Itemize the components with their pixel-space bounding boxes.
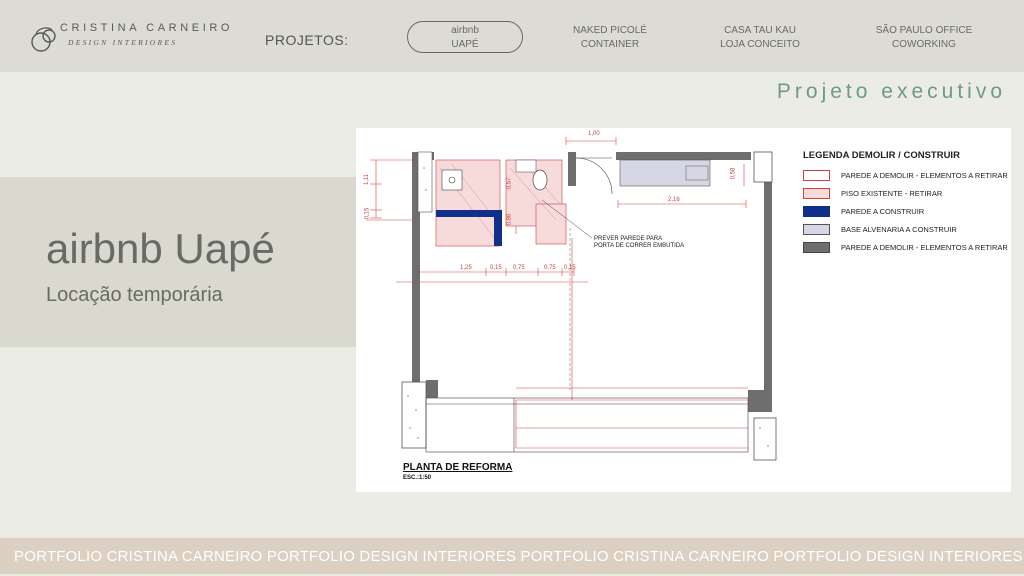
legend-label: PAREDE A CONSTRUIR (841, 207, 925, 216)
dimension-label: 0,15 (364, 207, 371, 220)
legend-label: PISO EXISTENTE - RETIRAR (841, 189, 943, 198)
logo-name: CRISTINA CARNEIRO (60, 22, 234, 34)
dimension-label: 2,16 (668, 197, 680, 203)
nav-item-line2: UAPÉ (451, 39, 479, 50)
balcony-outline (425, 397, 749, 453)
nav-item-casa-tau-kau[interactable]: CASA TAU KAU LOJA CONCEITO (712, 24, 808, 52)
legend-label: PAREDE A DEMOLIR - ELEMENTOS A RETIRAR (841, 243, 1008, 252)
sink-icon (515, 159, 537, 173)
nav-item-line2: CONTAINER (580, 39, 640, 50)
column-top-right (753, 151, 773, 183)
plan-note-line2: PORTA DE CORRER EMBUTIDA (594, 243, 685, 249)
footer-banner: PORTFOLIO CRISTINA CARNEIRO PORTFOLIO DE… (0, 538, 1024, 574)
legend-swatch (803, 224, 830, 235)
top-navigation-bar: CRISTINA CARNEIRO DESIGN INTERIORES PROJ… (0, 0, 1024, 72)
footer-text: PORTFOLIO CRISTINA CARNEIRO PORTFOLIO DE… (14, 548, 1023, 565)
section-title: Projeto executivo (776, 80, 1006, 103)
nav-item-line1: SÃO PAULO OFFICE (875, 25, 973, 36)
nav-item-line2: COWORKING (892, 39, 956, 50)
column-bottom-right (753, 417, 777, 461)
nav-item-naked-picole[interactable]: NAKED PICOLÉ CONTAINER (566, 24, 654, 52)
floor-remove-area (535, 203, 567, 245)
legend-label: PAREDE A DEMOLIR - ELEMENTOS A RETIRAR (841, 171, 1008, 180)
projects-label: PROJETOS: (265, 32, 349, 48)
nav-item-line1: CASA TAU KAU (724, 25, 796, 36)
toilet-icon (532, 169, 548, 191)
door-arc-icon (575, 157, 613, 195)
column-top-left (417, 151, 433, 213)
floor-plan-svg (366, 137, 777, 461)
logo-subtitle: DESIGN INTERIORES (68, 38, 178, 47)
dimension-label: 0,57 (506, 177, 513, 190)
legend-label: BASE ALVENARIA A CONSTRUIR (841, 225, 957, 234)
dimension-label: 0,15 (490, 265, 502, 271)
dimension-label: 0,86 (506, 213, 513, 226)
legend-swatch (803, 170, 830, 181)
plan-note-line1: PREVER PAREDE PARA (594, 236, 663, 242)
logo-mark-icon (31, 27, 56, 52)
legend-swatch (803, 188, 830, 199)
nav-item-airbnb-uape[interactable]: airbnb UAPÉ (407, 21, 523, 53)
brand-logo[interactable]: CRISTINA CARNEIRO DESIGN INTERIORES (28, 20, 229, 60)
plan-scale: ESC.:1:50 (403, 475, 432, 481)
nav-item-line1: airbnb (451, 25, 479, 36)
dimension-label: 1,25 (460, 265, 472, 271)
shower-icon (441, 169, 463, 191)
nav-item-line1: NAKED PICOLÉ (573, 25, 647, 36)
column-bottom-left (401, 381, 427, 449)
nav-item-sao-paulo-office[interactable]: SÃO PAULO OFFICE COWORKING (868, 24, 980, 52)
dimension-label: 0,75 (544, 265, 556, 271)
dimension-label: 1,11 (364, 173, 371, 186)
project-title: airbnb Uapé (46, 225, 275, 272)
dimension-label: 1,00 (588, 131, 600, 137)
legend-title: LEGENDA DEMOLIR / CONSTRUIR (803, 150, 960, 161)
dimension-label: 0,75 (513, 265, 525, 271)
project-subtitle: Locação temporária (46, 284, 223, 306)
dimension-label: 0,15 (564, 265, 576, 271)
legend-swatch (803, 206, 830, 217)
dimension-label: 0,58 (730, 167, 737, 180)
legend-swatch (803, 242, 830, 253)
nav-item-line2: LOJA CONCEITO (720, 39, 800, 50)
masonry-base (619, 159, 711, 187)
plan-title: PLANTA DE REFORMA (403, 462, 513, 473)
floor-plan-drawing: LEGENDA DEMOLIR / CONSTRUIR PAREDE A DEM… (356, 128, 1011, 492)
